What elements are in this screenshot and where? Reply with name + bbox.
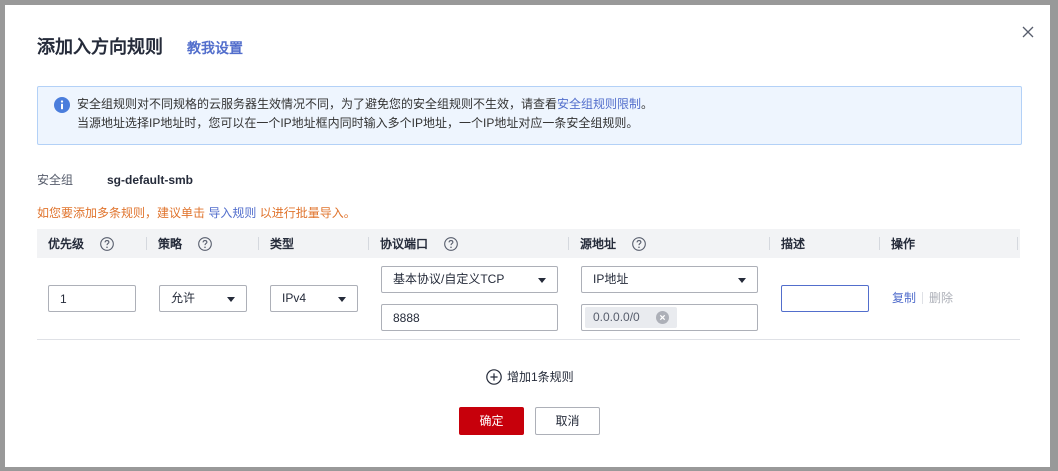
security-group-name: sg-default-smb (107, 173, 194, 187)
notice-line-1-text: 安全组规则对不同规格的云服务器生效情况不同，为了避免您的安全组规则不生效，请查看 (77, 97, 558, 111)
ip-tag-label: 0.0.0.0/0 (593, 310, 640, 324)
notice-line-2: 当源地址选择IP地址时，您可以在一个IP地址框内同时输入多个IP地址，一个IP地… (77, 116, 639, 130)
row-actions: 复制 删除 (892, 289, 953, 307)
type-select[interactable]: IPv4 (270, 285, 358, 312)
policy-select[interactable]: 允许 (159, 285, 247, 312)
info-icon (54, 97, 70, 113)
column-header-type: 类型 (259, 229, 369, 258)
ip-tag: 0.0.0.0/0 (585, 307, 677, 328)
column-header-label: 描述 (781, 237, 806, 251)
column-header-label: 协议端口 (380, 237, 429, 251)
port-input[interactable] (381, 304, 558, 331)
tutorial-link[interactable]: 教我设置 (187, 38, 243, 58)
notice-text: 安全组规则对不同规格的云服务器生效情况不同，为了避免您的安全组规则不生效，请查看… (77, 95, 653, 133)
chevron-down-icon (738, 278, 746, 283)
source-type-select[interactable]: IP地址 (581, 266, 758, 293)
source-ip-input[interactable]: 0.0.0.0/0 (581, 304, 758, 331)
notice-line-1-end: 。 (641, 97, 654, 111)
confirm-button[interactable]: 确定 (459, 407, 524, 435)
action-divider (922, 292, 924, 304)
add-inbound-rule-dialog: 添加入方向规则 教我设置 安全组规则对不同规格的云服务器生效情况不同，为了避免您… (5, 5, 1050, 467)
add-rule-label: 增加1条规则 (507, 370, 574, 384)
close-icon[interactable] (1022, 26, 1034, 38)
column-header-priority: 优先级 (37, 229, 147, 258)
protocol-select-value: 基本协议/自定义TCP (393, 272, 505, 286)
column-header-policy: 策略 (147, 229, 259, 258)
question-circle-icon[interactable] (100, 236, 114, 251)
delete-rule-link[interactable]: 删除 (929, 289, 953, 307)
import-rules-link[interactable]: 导入规则 (208, 206, 256, 220)
import-hint-text-after: 以进行批量导入。 (256, 206, 356, 220)
column-header-description: 描述 (770, 229, 880, 258)
column-header-operations: 操作 (880, 229, 1018, 258)
add-rule-button[interactable]: 增加1条规则 (486, 369, 574, 385)
import-hint: 如您要添加多条规则，建议单击 导入规则 以进行批量导入。 (37, 204, 356, 222)
import-hint-text-before: 如您要添加多条规则，建议单击 (37, 206, 209, 220)
remove-tag-icon[interactable] (656, 311, 669, 324)
cancel-button[interactable]: 取消 (535, 407, 600, 435)
rule-limits-link[interactable]: 安全组规则限制 (557, 97, 641, 111)
notice-banner: 安全组规则对不同规格的云服务器生效情况不同，为了避免您的安全组规则不生效，请查看… (37, 86, 1022, 145)
dialog-title: 添加入方向规则 (37, 37, 163, 57)
chevron-down-icon (338, 297, 346, 302)
priority-input[interactable] (48, 285, 136, 312)
question-circle-icon[interactable] (632, 236, 646, 251)
table-row: 允许 IPv4 基本协议/自定义TCP IP地址 0.0.0.0/0 (37, 258, 1020, 340)
description-input[interactable] (781, 285, 869, 312)
column-header-source: 源地址 (569, 229, 770, 258)
column-header-label: 类型 (270, 237, 295, 251)
policy-select-value: 允许 (171, 291, 196, 305)
column-header-protocol-port: 协议端口 (369, 229, 569, 258)
chevron-down-icon (538, 278, 546, 283)
question-circle-icon[interactable] (198, 236, 212, 251)
column-header-label: 优先级 (48, 237, 85, 251)
question-circle-icon[interactable] (444, 236, 458, 251)
type-select-value: IPv4 (282, 291, 307, 305)
column-header-label: 操作 (891, 237, 916, 251)
column-header-label: 策略 (158, 237, 183, 251)
chevron-down-icon (227, 297, 235, 302)
rules-table: 优先级 策略 类型 协议端口 源地址 描述 操作 1 允许 IPv4 基本协议/… (37, 229, 1020, 340)
source-type-select-value: IP地址 (593, 272, 629, 286)
notice-line-1: 安全组规则对不同规格的云服务器生效情况不同，为了避免您的安全组规则不生效，请查看… (77, 95, 653, 114)
column-header-label: 源地址 (580, 237, 617, 251)
copy-rule-link[interactable]: 复制 (892, 289, 916, 307)
security-group-label: 安全组 (37, 173, 74, 187)
plus-circle-icon (486, 369, 502, 385)
protocol-select[interactable]: 基本协议/自定义TCP (381, 266, 558, 293)
table-header: 优先级 策略 类型 协议端口 源地址 描述 操作 (37, 229, 1020, 258)
